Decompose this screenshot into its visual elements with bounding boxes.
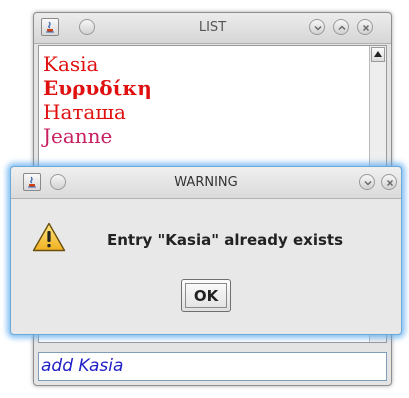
- warning-dialog: WARNING Entry "Kasia" already exists OK: [10, 166, 402, 335]
- warning-message: Entry "Kasia" already exists: [107, 231, 343, 249]
- warning-triangle-icon: [32, 222, 66, 252]
- minimize-button[interactable]: [359, 174, 375, 190]
- close-icon: [362, 24, 370, 32]
- close-button[interactable]: [381, 174, 397, 190]
- ok-button[interactable]: OK: [181, 279, 231, 312]
- warning-titlebar[interactable]: WARNING: [11, 167, 401, 199]
- arrow-up-icon: [374, 51, 382, 57]
- list-item[interactable]: Jeanne: [43, 124, 112, 148]
- focus-ring: [185, 283, 227, 308]
- list-item[interactable]: Наташа: [43, 100, 126, 124]
- close-button[interactable]: [357, 19, 373, 35]
- list-titlebar[interactable]: LIST: [34, 13, 391, 44]
- scroll-up-button[interactable]: [371, 47, 385, 62]
- chevron-down-icon: [314, 25, 322, 31]
- maximize-button[interactable]: [333, 19, 349, 35]
- minimize-button[interactable]: [309, 19, 325, 35]
- chevron-down-icon: [364, 180, 372, 186]
- chevron-up-icon: [338, 25, 346, 31]
- list-item[interactable]: Ευρυδίκη: [43, 76, 152, 100]
- entry-input[interactable]: add Kasia: [38, 352, 387, 381]
- close-icon: [386, 179, 394, 187]
- warning-title: WARNING: [174, 175, 238, 190]
- list-item[interactable]: Kasia: [43, 52, 98, 76]
